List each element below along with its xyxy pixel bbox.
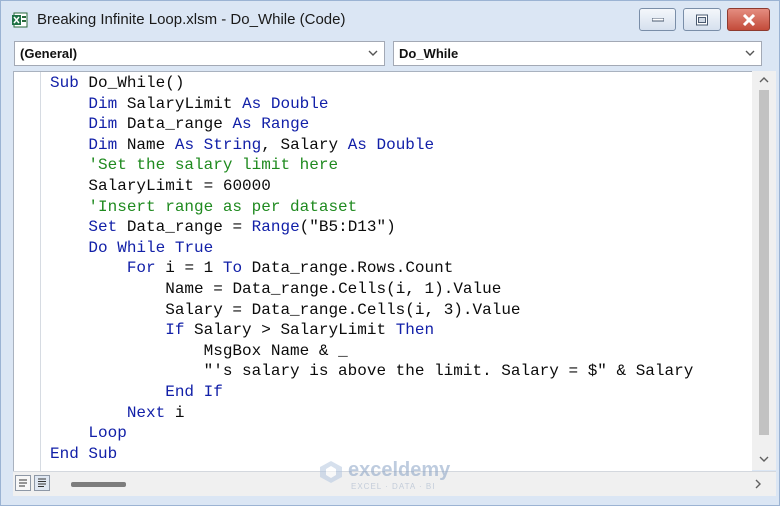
- procedure-dropdown[interactable]: Do_While: [393, 41, 762, 66]
- code-line[interactable]: MsgBox Name & _: [50, 342, 348, 360]
- full-module-view-icon: [38, 478, 46, 487]
- code-text[interactable]: Sub Do_While() Dim SalaryLimit As Double…: [50, 73, 693, 464]
- procedure-view-button[interactable]: [15, 475, 31, 491]
- maximize-icon: [696, 14, 708, 25]
- margin-indicator-bar[interactable]: [14, 72, 41, 471]
- close-icon: [742, 13, 755, 26]
- full-module-view-button[interactable]: [34, 475, 50, 491]
- code-line[interactable]: Dim Name As String, Salary As Double: [50, 136, 434, 154]
- object-dropdown-value: (General): [20, 46, 78, 61]
- code-line[interactable]: "'s salary is above the limit. Salary = …: [50, 362, 694, 380]
- scroll-right-icon[interactable]: [754, 479, 762, 489]
- window-title: Breaking Infinite Loop.xlsm - Do_While (…: [37, 11, 346, 28]
- code-line[interactable]: Salary = Data_range.Cells(i, 3).Value: [50, 301, 520, 319]
- code-line[interactable]: Name = Data_range.Cells(i, 1).Value: [50, 280, 501, 298]
- procedure-view-icon: [19, 479, 27, 487]
- horizontal-scroll-thumb[interactable]: [71, 482, 126, 487]
- chevron-down-icon: [368, 50, 378, 56]
- exceldemy-logo-icon: [320, 461, 342, 483]
- watermark-tagline: EXCEL · DATA · BI: [351, 482, 436, 491]
- close-button[interactable]: [727, 8, 770, 31]
- code-line[interactable]: Next i: [50, 404, 185, 422]
- code-line[interactable]: End If: [50, 383, 223, 401]
- watermark-name: exceldemy: [348, 459, 451, 481]
- vertical-scrollbar[interactable]: [752, 71, 776, 470]
- code-line[interactable]: Dim SalaryLimit As Double: [50, 95, 328, 113]
- scroll-down-icon[interactable]: [759, 455, 769, 463]
- code-editor[interactable]: Sub Do_While() Dim SalaryLimit As Double…: [13, 71, 752, 471]
- exceldemy-watermark: exceldemy EXCEL · DATA · BI: [318, 457, 468, 493]
- minimize-button[interactable]: [639, 8, 676, 31]
- code-line[interactable]: Do While True: [50, 239, 213, 257]
- object-dropdown[interactable]: (General): [14, 41, 385, 66]
- code-line[interactable]: 'Set the salary limit here: [50, 156, 338, 174]
- code-line[interactable]: Set Data_range = Range("B5:D13"): [50, 218, 395, 236]
- chevron-down-icon: [745, 50, 755, 56]
- title-bar[interactable]: Breaking Infinite Loop.xlsm - Do_While (…: [1, 1, 779, 37]
- scroll-up-icon[interactable]: [759, 76, 769, 84]
- vbe-code-window: Breaking Infinite Loop.xlsm - Do_While (…: [0, 0, 780, 506]
- code-line[interactable]: SalaryLimit = 60000: [50, 177, 270, 195]
- excel-vba-icon: [12, 12, 29, 28]
- procedure-dropdown-value: Do_While: [399, 46, 459, 61]
- code-line[interactable]: Sub Do_While(): [50, 74, 184, 92]
- vertical-scroll-thumb[interactable]: [759, 90, 769, 435]
- minimize-icon: [651, 17, 664, 21]
- maximize-button[interactable]: [683, 8, 721, 31]
- code-line[interactable]: Loop: [50, 424, 126, 442]
- code-line[interactable]: 'Insert range as per dataset: [50, 198, 357, 216]
- code-line[interactable]: End Sub: [50, 445, 117, 463]
- code-line[interactable]: Dim Data_range As Range: [50, 115, 309, 133]
- code-line[interactable]: If Salary > SalaryLimit Then: [50, 321, 434, 339]
- code-line[interactable]: For i = 1 To Data_range.Rows.Count: [50, 259, 454, 277]
